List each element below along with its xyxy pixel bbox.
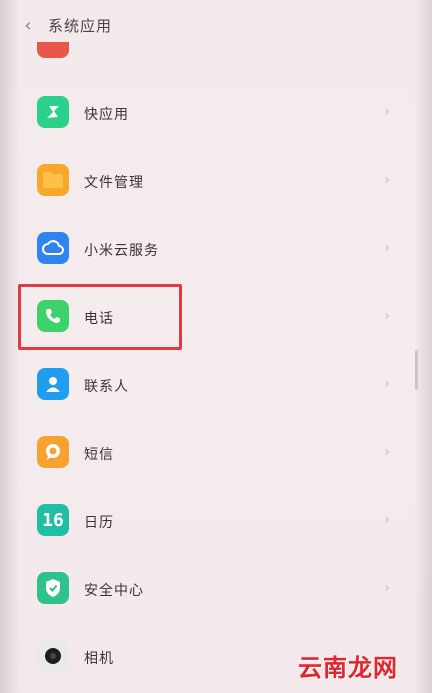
chevron-left-icon: ‹: [24, 14, 32, 36]
folder-icon: [37, 164, 69, 196]
cloud-icon: [37, 232, 69, 264]
list-item-contacts[interactable]: 联系人 ›: [0, 352, 432, 420]
list-item-label: 快应用: [84, 107, 129, 123]
chevron-right-icon: ›: [384, 444, 390, 460]
calendar-icon: 16: [37, 504, 69, 536]
partial-app-icon: [37, 42, 69, 58]
list-item-messages[interactable]: 短信 ›: [0, 420, 432, 488]
chevron-right-icon: ›: [384, 308, 390, 324]
list-item-quick-app[interactable]: 快应用 ›: [0, 80, 432, 148]
back-button[interactable]: ‹: [18, 14, 38, 36]
chevron-right-icon: ›: [384, 172, 390, 188]
watermark-logo: 云南龙网: [298, 654, 398, 682]
list-item-label: 短信: [84, 447, 114, 463]
quick-app-icon: [37, 96, 69, 128]
list-item-calendar[interactable]: 16 日历 ›: [0, 488, 432, 556]
shield-icon: [37, 572, 69, 604]
list-item-label: 小米云服务: [84, 243, 159, 259]
list-item-label: 日历: [84, 515, 114, 531]
message-icon: [37, 436, 69, 468]
list-item-file-manager[interactable]: 文件管理 ›: [0, 148, 432, 216]
chevron-right-icon: ›: [384, 512, 390, 528]
contact-icon: [37, 368, 69, 400]
list-item-security[interactable]: 安全中心 ›: [0, 556, 432, 624]
page-title: 系统应用: [48, 17, 113, 35]
chevron-right-icon: ›: [384, 104, 390, 120]
list-item-xiaomi-cloud[interactable]: 小米云服务 ›: [0, 216, 432, 284]
list-item-label: 安全中心: [84, 583, 144, 599]
camera-icon: [37, 640, 69, 672]
calendar-day-text: 16: [42, 509, 64, 531]
highlight-annotation-box: [18, 284, 182, 350]
scrollbar[interactable]: [415, 350, 418, 390]
list-item-label: 联系人: [84, 379, 129, 395]
list-item-label: 文件管理: [84, 175, 144, 191]
chevron-right-icon: ›: [384, 240, 390, 256]
chevron-right-icon: ›: [384, 580, 390, 596]
list-item-label: 相机: [84, 651, 114, 667]
chevron-right-icon: ›: [384, 376, 390, 392]
